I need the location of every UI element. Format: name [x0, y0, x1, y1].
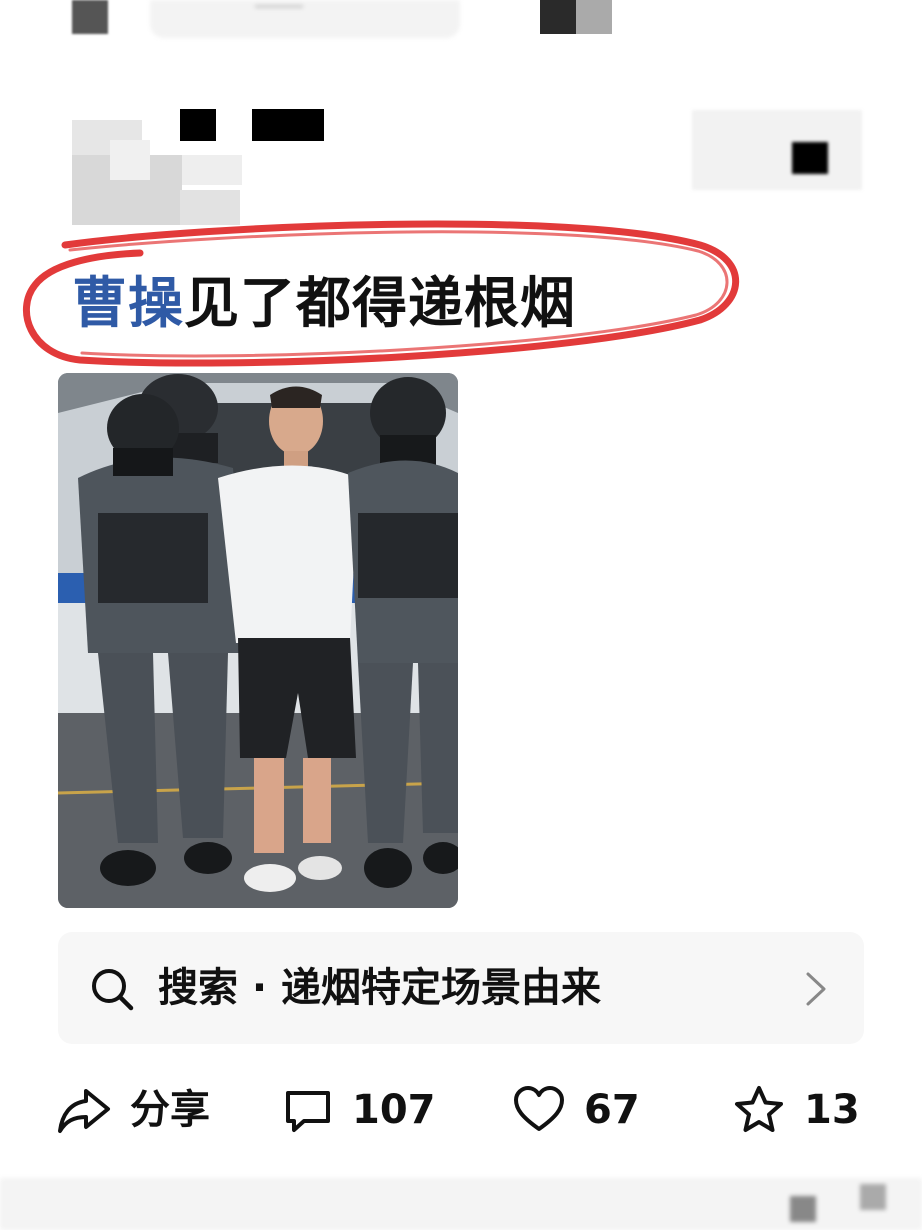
- follow-button-blurred[interactable]: [692, 110, 862, 190]
- post-action-bar: 分享 107 67 13: [0, 1070, 922, 1150]
- avatar[interactable]: [60, 105, 242, 225]
- post-image[interactable]: [58, 373, 458, 908]
- top-action-icon[interactable]: [540, 0, 576, 34]
- comment-button[interactable]: 107: [282, 1080, 436, 1140]
- post-title-highlight: 曹操: [72, 271, 185, 335]
- heart-icon: [514, 1086, 564, 1131]
- author-name-redacted[interactable]: [180, 109, 216, 141]
- top-search-box-blurred[interactable]: [150, 0, 460, 38]
- bottom-bar-blurred: [0, 1178, 922, 1230]
- chevron-right-icon: [806, 972, 826, 1006]
- share-button[interactable]: 分享: [56, 1080, 210, 1140]
- post-title-text: 见了都得递根烟: [184, 271, 577, 335]
- search-suggestion-text: 搜索 · 递烟特定场景由来: [158, 965, 602, 1011]
- likes-count: 67: [584, 1087, 640, 1133]
- post-title: 曹操见了都得递根烟: [72, 270, 576, 336]
- search-icon: [92, 969, 134, 1011]
- favorites-count: 13: [804, 1087, 860, 1133]
- author-name-redacted-2[interactable]: [252, 109, 324, 141]
- share-arrow-icon: [58, 1089, 110, 1133]
- share-label: 分享: [130, 1087, 210, 1133]
- top-action-icon-secondary[interactable]: [576, 0, 612, 34]
- post-photo-illustration: [58, 373, 458, 908]
- like-button[interactable]: 67: [512, 1080, 640, 1140]
- post-title-area: 曹操见了都得递根烟: [10, 205, 750, 375]
- star-icon: [735, 1086, 783, 1132]
- comment-bubble-icon: [286, 1091, 330, 1132]
- comments-count: 107: [352, 1087, 436, 1133]
- back-icon[interactable]: [72, 0, 108, 34]
- related-search-suggestion[interactable]: 搜索 · 递烟特定场景由来: [58, 932, 864, 1044]
- top-navigation-blurred: [0, 0, 922, 45]
- favorite-button[interactable]: 13: [732, 1080, 860, 1140]
